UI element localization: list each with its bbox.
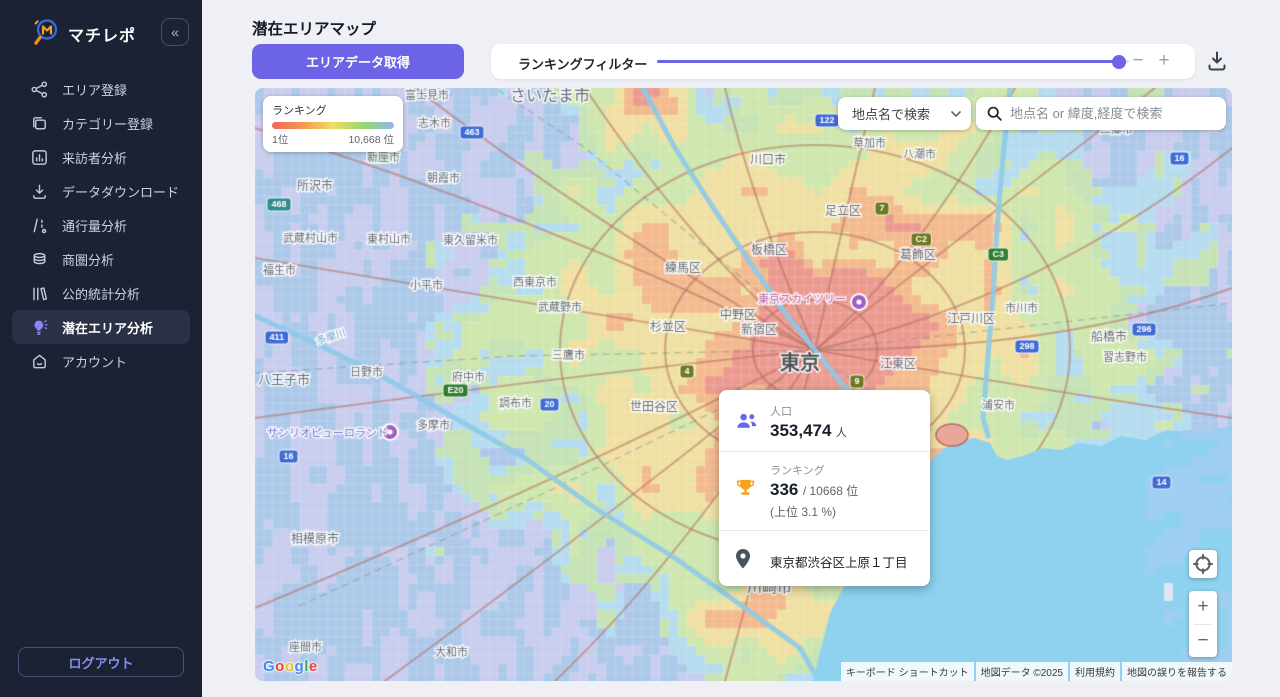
map-panel: ランキング 1位 10,668 位 地点名で検索 — [255, 88, 1232, 681]
zoom-in-button[interactable]: + — [1189, 591, 1217, 624]
address-row: 東京都渋谷区上原１丁目 — [719, 541, 930, 574]
legend-title: ランキング — [272, 102, 394, 118]
map-download-button[interactable] — [1203, 48, 1231, 76]
sidebar-item-area-register[interactable]: エリア登録 — [0, 72, 202, 106]
sidebar-item-label: 潜在エリア分析 — [62, 318, 153, 337]
google-logo[interactable]: Google — [263, 658, 318, 675]
divider — [719, 451, 930, 452]
app-logo-text: マチレポ — [68, 22, 136, 46]
legend-gradient-bar — [272, 122, 394, 129]
sidebar-item-category-register[interactable]: カテゴリー登録 — [0, 106, 202, 140]
sidebar-item-label: エリア登録 — [62, 80, 127, 99]
stack-icon — [30, 250, 49, 269]
map-canvas[interactable] — [255, 88, 1232, 681]
map-search-input[interactable] — [1010, 106, 1218, 121]
target-icon — [1192, 553, 1214, 575]
download-icon — [30, 182, 49, 201]
locate-button[interactable] — [1189, 550, 1217, 578]
sidebar-item-traffic-analysis[interactable]: 通行量分析 — [0, 208, 202, 242]
area-info-card: 人口 353,474 人 ランキング 336 — [719, 390, 930, 586]
sidebar-nav: エリア登録 カテゴリー登録 来訪者分析 データダウンロード — [0, 72, 202, 378]
people-icon — [735, 412, 758, 430]
download-tray-icon — [1205, 49, 1229, 73]
search-type-value: 地点名で検索 — [852, 104, 951, 123]
sidebar-item-trade-area-analysis[interactable]: 商圏分析 — [0, 242, 202, 276]
home-icon — [30, 352, 49, 371]
bar-chart-icon — [30, 148, 49, 167]
ranking-legend: ランキング 1位 10,668 位 — [263, 96, 403, 152]
chevron-down-icon — [951, 111, 961, 117]
map-zoom-control: + − — [1189, 591, 1217, 657]
logout-button[interactable]: ログアウト — [18, 647, 184, 677]
ranking-filter-card: ランキングフィルター − + — [491, 44, 1195, 79]
sidebar-item-label: 商圏分析 — [62, 250, 114, 269]
population-value: 353,474 — [770, 421, 831, 440]
map-data-label[interactable]: 地図データ ©2025 — [976, 662, 1068, 681]
sidebar-item-label: アカウント — [62, 352, 127, 371]
sidebar-collapse-button[interactable]: « — [161, 18, 189, 46]
folder-copy-icon — [30, 114, 49, 133]
sidebar-item-label: カテゴリー登録 — [62, 114, 153, 133]
sidebar: マチレポ « エリア登録 カテゴリー登録 来訪者分析 — [0, 0, 202, 697]
map-attribution: キーボード ショートカット 地図データ ©2025 利用規約 地図の誤りを報告す… — [839, 662, 1232, 681]
trophy-icon — [735, 478, 756, 498]
divider — [719, 530, 930, 531]
ranking-row: ランキング 336 / 10668 位 (上位 3.1 %) — [719, 462, 930, 520]
area-address: 東京都渋谷区上原１丁目 — [770, 541, 908, 574]
page-title: 潜在エリアマップ — [252, 17, 376, 39]
location-pin-icon — [735, 549, 751, 569]
get-area-data-button[interactable]: エリアデータ取得 — [252, 44, 464, 79]
ranking-total: / 10668 位 — [803, 484, 858, 498]
keyboard-shortcuts-link[interactable]: キーボード ショートカット — [841, 662, 974, 681]
zoom-out-button[interactable]: − — [1189, 625, 1217, 658]
search-type-dropdown[interactable]: 地点名で検索 — [838, 97, 971, 130]
sidebar-item-label: 公的統計分析 — [62, 284, 140, 303]
sidebar-item-label: 来訪者分析 — [62, 148, 127, 167]
ranking-percentile: (上位 3.1 %) — [770, 503, 858, 520]
app-logo-icon — [30, 16, 62, 48]
ranking-value: 336 — [770, 480, 798, 499]
sidebar-item-public-statistics[interactable]: 公的統計分析 — [0, 276, 202, 310]
app-window: マチレポ « エリア登録 カテゴリー登録 来訪者分析 — [0, 0, 1280, 697]
logo-row: マチレポ « — [0, 14, 202, 56]
filter-increase-button[interactable]: + — [1151, 48, 1177, 74]
sidebar-item-account[interactable]: アカウント — [0, 344, 202, 378]
ranking-slider-thumb[interactable] — [1112, 55, 1126, 69]
ranking-filter-label: ランキングフィルター — [518, 54, 647, 73]
share-nodes-icon — [30, 80, 49, 99]
filter-decrease-button[interactable]: − — [1125, 48, 1151, 74]
sidebar-item-latent-area-analysis[interactable]: 潜在エリア分析 — [12, 310, 190, 344]
route-icon — [30, 216, 49, 235]
population-label: 人口 — [770, 403, 847, 419]
ranking-slider-track[interactable] — [657, 60, 1129, 63]
lightbulb-icon — [30, 318, 49, 337]
sidebar-item-label: 通行量分析 — [62, 216, 127, 235]
sidebar-item-data-download[interactable]: データダウンロード — [0, 174, 202, 208]
report-error-link[interactable]: 地図の誤りを報告する — [1122, 662, 1232, 681]
sidebar-item-label: データダウンロード — [62, 182, 179, 201]
population-unit: 人 — [836, 427, 847, 439]
ranking-slider-fill — [657, 60, 1119, 63]
terms-link[interactable]: 利用規約 — [1070, 662, 1120, 681]
legend-max: 10,668 位 — [348, 132, 394, 147]
map-search-bar — [976, 97, 1226, 130]
legend-min: 1位 — [272, 132, 288, 147]
population-row: 人口 353,474 人 — [719, 403, 930, 441]
library-icon — [30, 284, 49, 303]
sidebar-item-visitor-analysis[interactable]: 来訪者分析 — [0, 140, 202, 174]
ranking-label: ランキング — [770, 462, 858, 478]
search-icon — [986, 105, 1003, 122]
